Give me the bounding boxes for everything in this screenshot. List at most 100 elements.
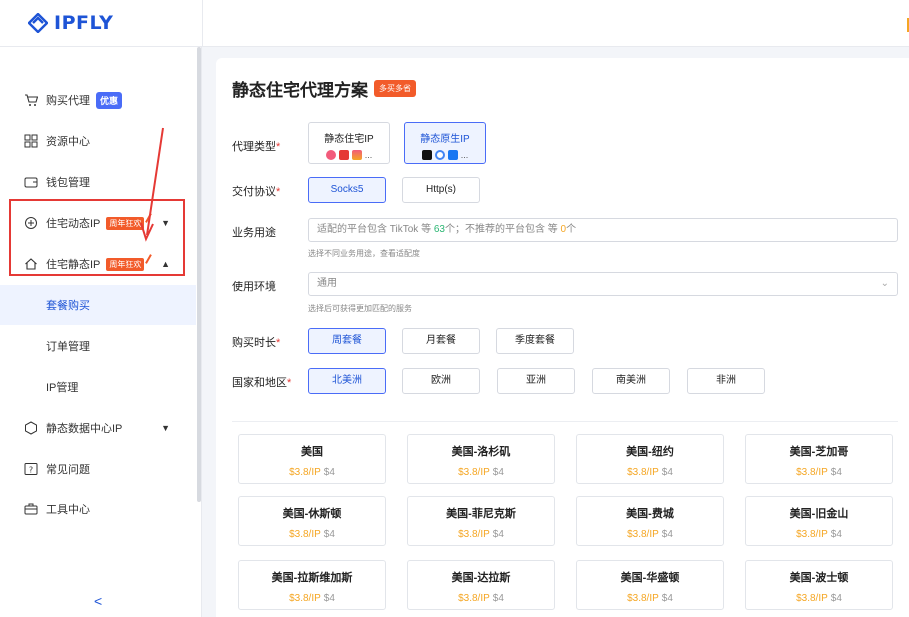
current-price: $3.8/IP — [627, 593, 659, 604]
tiktok-icon — [421, 150, 432, 160]
city-price: $3.8/IP $4 — [577, 593, 723, 604]
original-price: $4 — [492, 593, 504, 604]
original-price: $4 — [323, 529, 335, 540]
sidebar-scrollbar[interactable] — [197, 47, 201, 502]
city-name: 美国-华盛顿 — [620, 572, 680, 584]
city-card[interactable]: 美国-达拉斯 $3.8/IP $4 — [407, 560, 555, 610]
facebook-icon — [447, 150, 458, 160]
faq-icon: ? — [24, 462, 38, 476]
city-name: 美国-纽约 — [626, 446, 674, 458]
chevron-down-icon: ▼ — [161, 423, 170, 433]
duration-month-button[interactable]: 月套餐 — [402, 328, 480, 354]
sidebar-subitem-order-management[interactable]: 订单管理 — [0, 326, 196, 366]
current-price: $3.8/IP — [458, 467, 490, 478]
env-hint: 选择后可获得更加匹配的服务 — [308, 304, 412, 313]
sidebar-item-label: 常见问题 — [46, 464, 90, 476]
city-card[interactable]: 美国-纽约 $3.8/IP $4 — [576, 434, 724, 484]
city-card[interactable]: 美国-费城 $3.8/IP $4 — [576, 496, 724, 546]
region-north-america-button[interactable]: 北美洲 — [308, 368, 386, 394]
protocol-https-button[interactable]: Http(s) — [402, 177, 480, 203]
current-price: $3.8/IP — [458, 593, 490, 604]
sidebar-subitem-package-purchase[interactable]: 套餐购买 — [0, 285, 196, 325]
city-card[interactable]: 美国-拉斯维加斯 $3.8/IP $4 — [238, 560, 386, 610]
city-card[interactable]: 美国-旧金山 $3.8/IP $4 — [745, 496, 893, 546]
current-price: $3.8/IP — [627, 467, 659, 478]
sidebar-item-faq[interactable]: ? 常见问题 — [0, 449, 196, 489]
svg-text:?: ? — [29, 466, 33, 475]
sidebar-item-datacenter-ip[interactable]: 静态数据中心IP ▼ — [0, 408, 196, 448]
sidebar-subitem-ip-management[interactable]: IP管理 — [0, 367, 196, 407]
protocol-socks5-button[interactable]: Socks5 — [308, 177, 386, 203]
more-icons: ... — [364, 150, 373, 160]
city-name: 美国 — [301, 446, 323, 458]
city-card[interactable]: 美国-芝加哥 $3.8/IP $4 — [745, 434, 893, 484]
city-price: $3.8/IP $4 — [239, 467, 385, 478]
city-card[interactable]: 美国-菲尼克斯 $3.8/IP $4 — [407, 496, 555, 546]
city-card[interactable]: 美国-洛杉矶 $3.8/IP $4 — [407, 434, 555, 484]
cart-icon — [24, 93, 38, 107]
section-divider — [232, 421, 898, 422]
wallet-icon — [24, 175, 38, 189]
sidebar-item-label: 静态数据中心IP — [46, 423, 123, 435]
city-card[interactable]: 美国-波士顿 $3.8/IP $4 — [745, 560, 893, 610]
city-price: $3.8/IP $4 — [408, 467, 554, 478]
brand-logo[interactable]: IPFLY — [27, 12, 113, 34]
city-name: 美国-拉斯维加斯 — [271, 572, 353, 584]
region-asia-button[interactable]: 亚洲 — [497, 368, 575, 394]
city-price: $3.8/IP $4 — [746, 529, 892, 540]
platform-icon-c — [351, 150, 362, 160]
topbar-divider — [202, 0, 203, 47]
city-price: $3.8/IP $4 — [577, 467, 723, 478]
original-price: $4 — [323, 593, 335, 604]
duration-week-button[interactable]: 周套餐 — [308, 328, 386, 354]
proxy-type-static-residential[interactable]: 静态住宅IP ... — [308, 122, 390, 164]
toolbox-icon — [24, 502, 38, 516]
region-africa-button[interactable]: 非洲 — [687, 368, 765, 394]
region-europe-button[interactable]: 欧洲 — [402, 368, 480, 394]
usage-select[interactable]: 适配的平台包含 TikTok 等 63个；不推荐的平台包含 等 0个 — [308, 218, 898, 242]
env-select[interactable]: 通用 ⌄ — [308, 272, 898, 296]
sidebar-item-label: 工具中心 — [46, 504, 90, 516]
usage-label: 业务用途 — [232, 227, 276, 239]
sidebar-item-tools[interactable]: 工具中心 — [0, 489, 196, 529]
original-price: $4 — [830, 593, 842, 604]
current-price: $3.8/IP — [796, 467, 828, 478]
city-name: 美国-波士顿 — [789, 572, 849, 584]
proxy-type-static-native[interactable]: 静态原生IP ... — [404, 122, 486, 164]
more-icons: ... — [460, 150, 469, 160]
original-price: $4 — [830, 467, 842, 478]
collapse-sidebar-button[interactable]: < — [94, 593, 102, 609]
original-price: $4 — [492, 529, 504, 540]
discount-badge: 优惠 — [96, 91, 123, 109]
city-price: $3.8/IP $4 — [746, 593, 892, 604]
current-price: $3.8/IP — [289, 467, 321, 478]
city-name: 美国-达拉斯 — [451, 572, 511, 584]
sidebar-item-label: 钱包管理 — [46, 177, 90, 189]
sidebar: 购买代理 优惠 资源中心 钱包管理 住宅动态IP 周年狂欢 ▼ 住宅静态IP 周… — [0, 47, 202, 617]
city-name: 美国-旧金山 — [789, 508, 849, 520]
platform-icons: ... — [405, 150, 485, 160]
sidebar-item-buy-proxy[interactable]: 购买代理 优惠 — [0, 80, 196, 120]
city-name: 美国-洛杉矶 — [451, 446, 511, 458]
region-label: 国家和地区* — [232, 377, 292, 389]
main-panel: 静态住宅代理方案 多买多省 代理类型* 静态住宅IP ... 静态原生IP ..… — [216, 58, 909, 617]
grid-icon — [24, 134, 38, 148]
city-card[interactable]: 美国-休斯顿 $3.8/IP $4 — [238, 496, 386, 546]
city-name: 美国-休斯顿 — [282, 508, 342, 520]
current-price: $3.8/IP — [796, 529, 828, 540]
duration-label: 购买时长* — [232, 337, 281, 349]
city-card[interactable]: 美国 $3.8/IP $4 — [238, 434, 386, 484]
duration-quarter-button[interactable]: 季度套餐 — [496, 328, 574, 354]
current-price: $3.8/IP — [289, 529, 321, 540]
option-label: 静态原生IP — [420, 134, 470, 145]
platform-icon-b — [338, 150, 349, 160]
city-name: 美国-芝加哥 — [789, 446, 849, 458]
env-label: 使用环境 — [232, 281, 276, 293]
proxy-type-label: 代理类型* — [232, 141, 281, 153]
city-price: $3.8/IP $4 — [577, 529, 723, 540]
city-card[interactable]: 美国-华盛顿 $3.8/IP $4 — [576, 560, 724, 610]
current-price: $3.8/IP — [627, 529, 659, 540]
current-price: $3.8/IP — [796, 593, 828, 604]
current-price: $3.8/IP — [458, 529, 490, 540]
region-south-america-button[interactable]: 南美洲 — [592, 368, 670, 394]
